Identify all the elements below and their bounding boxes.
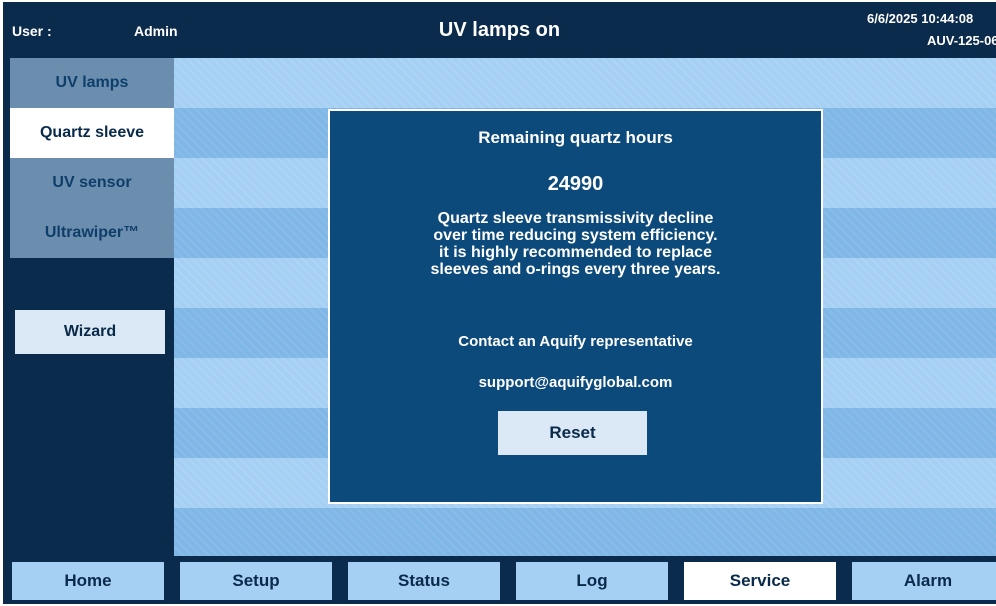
app-window: User : Admin UV lamps on 6/6/2025 10:44:…	[3, 2, 996, 604]
quartz-hours-dialog: Remaining quartz hours 24990 Quartz slee…	[328, 109, 823, 504]
footer-nav: Home Setup Status Log Service Alarm	[3, 556, 996, 604]
device-id: AUV-125-06	[927, 33, 996, 48]
nav-status-button[interactable]: Status	[348, 562, 500, 600]
reset-button[interactable]: Reset	[498, 411, 647, 455]
contact-text: Contact an Aquify representative	[458, 333, 693, 350]
sidebar: UV lamps Quartz sleeve UV sensor Ultrawi…	[3, 58, 174, 556]
support-email: support@aquifyglobal.com	[478, 374, 673, 391]
message-line: sleeves and o-rings every three years.	[430, 261, 721, 278]
screen-title: UV lamps on	[438, 19, 561, 41]
nav-service-button[interactable]: Service	[684, 562, 836, 600]
dialog-title: Remaining quartz hours	[478, 128, 673, 147]
datetime-readout: 6/6/2025 10:44:08	[867, 11, 974, 26]
nav-log-button[interactable]: Log	[516, 562, 668, 600]
sidebar-tab-uv-lamps[interactable]: UV lamps	[10, 58, 174, 108]
message-line: Quartz sleeve transmissivity decline	[437, 210, 714, 227]
message-line: it is highly recommended to replace	[439, 244, 712, 261]
dialog-message: Quartz sleeve transmissivity decline ove…	[350, 210, 801, 278]
sidebar-spacer	[10, 258, 174, 308]
sidebar-tab-uv-sensor[interactable]: UV sensor	[10, 158, 174, 208]
wizard-button[interactable]: Wizard	[15, 310, 165, 354]
nav-home-button[interactable]: Home	[12, 562, 164, 600]
nav-alarm-button[interactable]: Alarm	[852, 562, 996, 600]
message-line: over time reducing system efficiency.	[433, 227, 718, 244]
sidebar-tab-quartz-sleeve[interactable]: Quartz sleeve	[10, 108, 174, 158]
remaining-hours-value: 24990	[547, 173, 604, 195]
sidebar-tab-ultrawiper[interactable]: Ultrawiper™	[10, 208, 174, 258]
header-bar: User : Admin UV lamps on 6/6/2025 10:44:…	[3, 2, 996, 58]
nav-setup-button[interactable]: Setup	[180, 562, 332, 600]
